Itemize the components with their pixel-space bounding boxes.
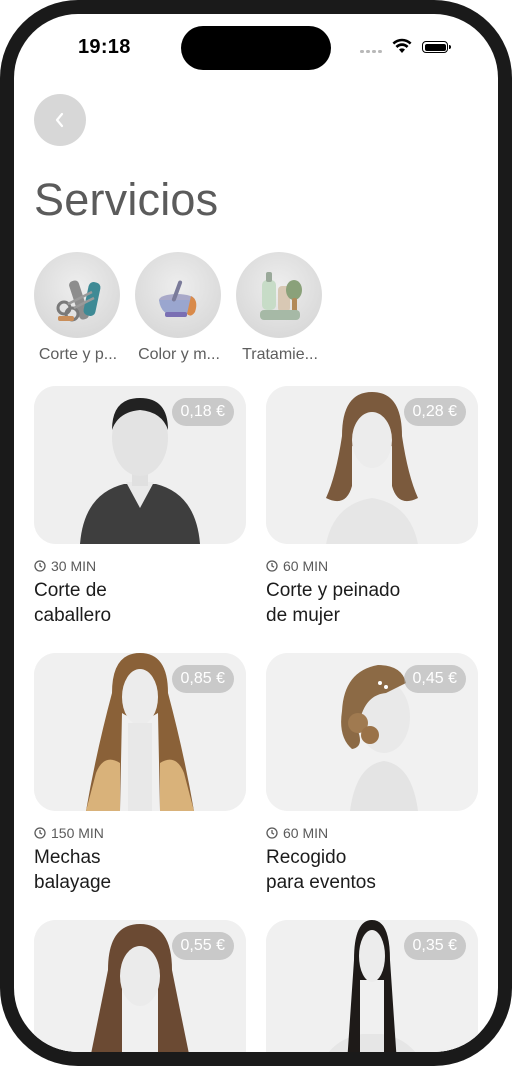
duration: 60 MIN — [266, 825, 478, 841]
duration: 60 MIN — [266, 558, 478, 574]
clock-icon — [34, 560, 46, 572]
clock-icon — [266, 560, 278, 572]
hair-products-icon — [236, 252, 322, 338]
chevron-left-icon — [55, 112, 64, 128]
price-badge: 0,55 € — [171, 932, 234, 960]
side-button — [0, 378, 3, 470]
scissors-comb-icon — [34, 252, 120, 338]
price-badge: 0,45 € — [403, 665, 466, 693]
duration-text: 60 MIN — [283, 825, 329, 841]
duration-text: 150 MIN — [51, 825, 104, 841]
clock-icon — [266, 827, 278, 839]
duration-text: 60 MIN — [283, 558, 329, 574]
service-card[interactable]: 0,45 € 60 MIN Recogido para eventos — [266, 653, 478, 895]
wifi-icon — [392, 38, 412, 53]
price-badge: 0,18 € — [171, 398, 234, 426]
category-label: Tratamie... — [242, 346, 318, 363]
service-name: Recogido para eventos — [266, 847, 376, 893]
price-badge: 0,35 € — [403, 932, 466, 960]
service-name: Corte de caballero — [34, 580, 112, 626]
status-time: 19:18 — [78, 36, 131, 58]
dye-bowl-icon — [135, 252, 221, 338]
dynamic-island — [181, 26, 331, 70]
service-card[interactable]: 0,85 € 150 MIN Mechas balayage — [34, 653, 246, 895]
service-card[interactable]: 0,55 € — [34, 920, 246, 1052]
price-badge: 0,85 € — [171, 665, 234, 693]
category-item-corte[interactable]: Corte y p... — [34, 252, 122, 364]
service-name: Corte y peinado de mujer — [266, 580, 401, 626]
page-title: Servicios — [34, 174, 219, 225]
service-image: 0,18 € — [34, 386, 246, 544]
duration-text: 30 MIN — [51, 558, 97, 574]
service-name: Mechas balayage — [34, 847, 112, 893]
service-card[interactable]: 0,28 € 60 MIN Corte y peinado de mujer — [266, 386, 478, 628]
category-item-tratamientos[interactable]: Tratamie... — [236, 252, 324, 364]
side-button — [0, 190, 3, 236]
category-label: Color y m... — [138, 346, 220, 363]
side-button — [0, 262, 3, 354]
back-button[interactable] — [34, 94, 86, 146]
service-image: 0,35 € — [266, 920, 478, 1052]
clock-icon — [34, 827, 46, 839]
screen: 19:18 Servicios Corte y p... Color y m..… — [14, 14, 498, 1052]
battery-icon — [422, 41, 451, 53]
service-image: 0,85 € — [34, 653, 246, 811]
category-item-color[interactable]: Color y m... — [135, 252, 223, 364]
category-label: Corte y p... — [38, 346, 118, 363]
service-card[interactable]: 0,35 € — [266, 920, 478, 1052]
service-image: 0,45 € — [266, 653, 478, 811]
service-card[interactable]: 0,18 € 30 MIN Corte de caballero — [34, 386, 246, 628]
duration: 30 MIN — [34, 558, 246, 574]
duration: 150 MIN — [34, 825, 246, 841]
cellular-signal-icon — [360, 50, 382, 53]
service-image: 0,28 € — [266, 386, 478, 544]
price-badge: 0,28 € — [403, 398, 466, 426]
service-image: 0,55 € — [34, 920, 246, 1052]
